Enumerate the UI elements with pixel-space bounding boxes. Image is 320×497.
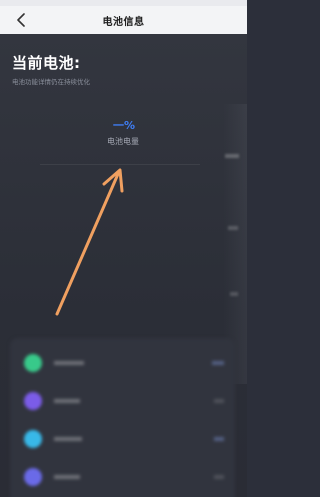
app-icon <box>24 468 42 486</box>
row-value-placeholder <box>212 361 224 365</box>
blurred-marker <box>228 226 238 230</box>
list-item[interactable] <box>24 350 224 376</box>
list-item[interactable] <box>24 464 224 490</box>
battery-subtext: 电池功能详情仍在持续优化 <box>12 78 90 86</box>
app-icon <box>24 392 42 410</box>
divider <box>40 164 200 165</box>
back-button[interactable] <box>10 9 32 31</box>
app-icon <box>24 354 42 372</box>
nav-bar: 电池信息 <box>0 6 247 34</box>
battery-level-label: 电池电量 <box>107 137 139 146</box>
app-name-placeholder <box>54 361 84 365</box>
battery-percentage: 一% <box>112 119 136 132</box>
battery-headline: 当前电池: <box>12 54 81 72</box>
list-item[interactable] <box>24 426 224 452</box>
row-value-placeholder <box>214 399 224 403</box>
app-icon <box>24 430 42 448</box>
app-name-placeholder <box>54 399 80 403</box>
chevron-left-icon <box>17 13 25 27</box>
blurred-marker <box>230 292 238 296</box>
battery-content: 当前电池: 电池功能详情仍在持续优化 一% 电池电量 <box>0 34 247 497</box>
app-usage-panel <box>10 338 235 497</box>
row-value-placeholder <box>214 437 224 441</box>
row-value-placeholder <box>214 475 224 479</box>
app-name-placeholder <box>54 475 80 479</box>
blurred-marker <box>225 154 239 158</box>
list-item[interactable] <box>24 388 224 414</box>
page-title: 电池信息 <box>102 16 145 28</box>
app-name-placeholder <box>54 437 82 441</box>
